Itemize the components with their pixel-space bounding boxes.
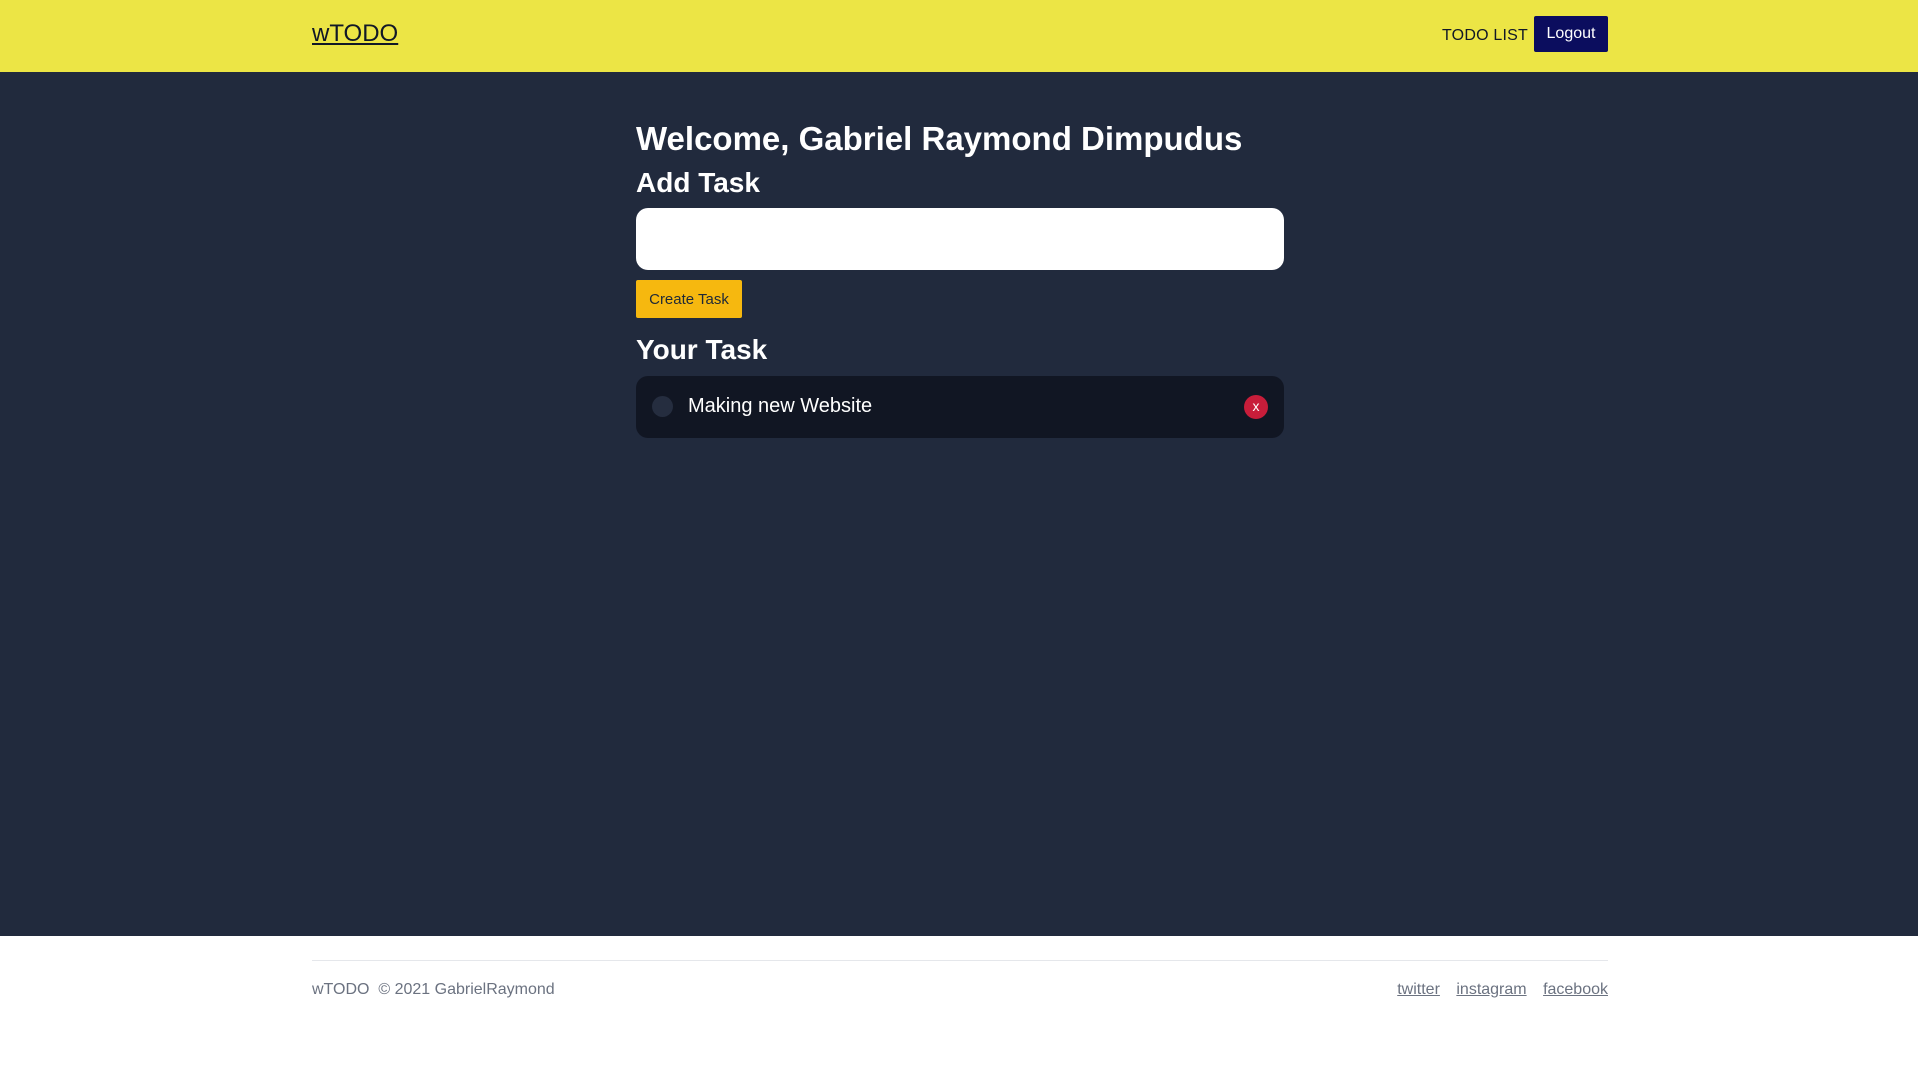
instagram-link[interactable]: instagram xyxy=(1456,981,1526,998)
create-task-button[interactable]: Create Task xyxy=(636,280,742,318)
footer-copyright-text: © 2021 GabrielRaymond xyxy=(378,981,555,998)
twitter-link[interactable]: twitter xyxy=(1397,981,1440,998)
footer-copyright: wTODO © 2021 GabrielRaymond xyxy=(312,981,555,999)
main-content: Welcome, Gabriel Raymond Dimpudus Add Ta… xyxy=(0,72,1918,936)
footer-links: twitter instagram facebook xyxy=(1385,981,1608,999)
your-task-heading: Your Task xyxy=(636,334,768,365)
footer-brand: wTODO xyxy=(312,981,370,998)
add-task-heading: Add Task xyxy=(636,167,760,198)
facebook-link[interactable]: facebook xyxy=(1543,981,1608,998)
task-text: Making new Website xyxy=(688,395,873,417)
delete-task-button[interactable]: x xyxy=(1244,395,1268,419)
logout-button[interactable]: Logout xyxy=(1534,16,1608,52)
navbar: wTODO TODO LIST Logout xyxy=(0,0,1918,72)
welcome-heading: Welcome, Gabriel Raymond Dimpudus xyxy=(636,120,1243,157)
brand-link[interactable]: wTODO xyxy=(312,20,398,48)
task-item: Making new Website x xyxy=(636,376,1284,438)
task-complete-toggle[interactable] xyxy=(652,396,673,417)
todo-list-link[interactable]: TODO LIST xyxy=(1442,27,1528,45)
footer: wTODO © 2021 GabrielRaymond twitter inst… xyxy=(0,936,1918,1080)
task-input[interactable] xyxy=(636,208,1284,270)
footer-divider xyxy=(312,960,1608,961)
